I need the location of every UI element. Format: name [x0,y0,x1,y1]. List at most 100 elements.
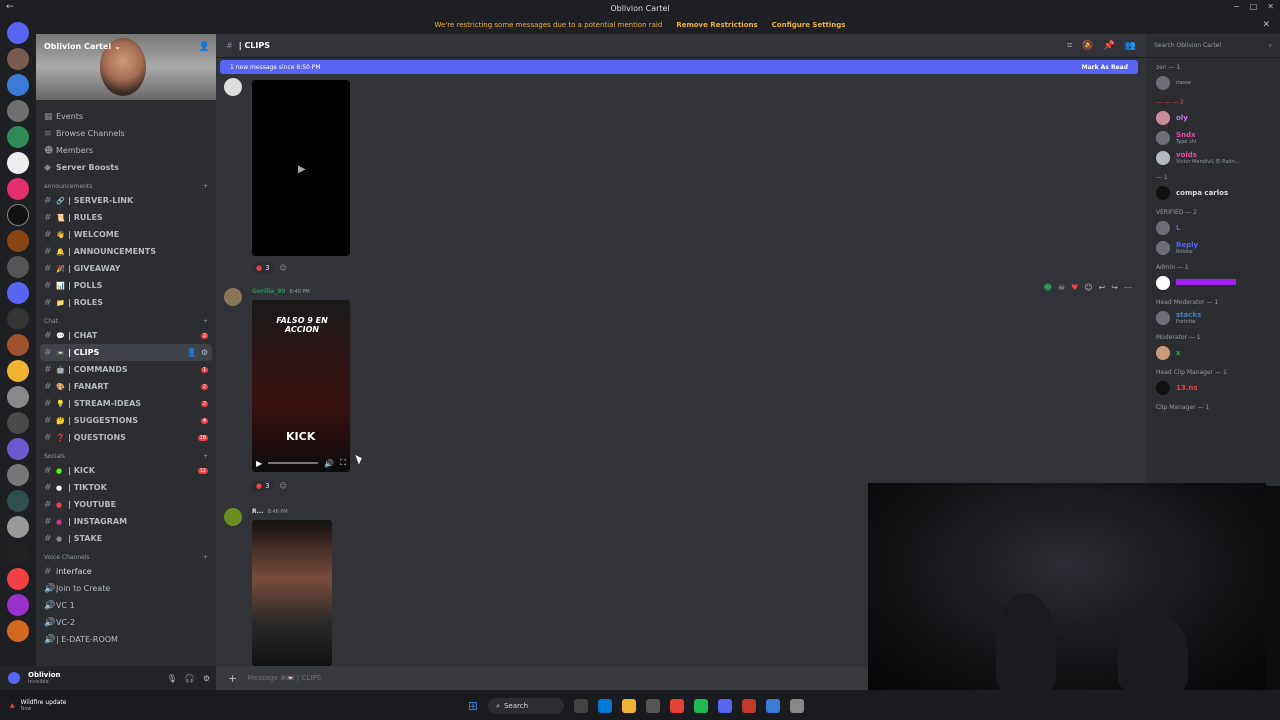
avatar[interactable] [224,508,242,526]
channel-roles[interactable]: # 📁 | ROLES [36,294,216,311]
guild-icon[interactable] [7,152,29,174]
avatar[interactable] [224,78,242,96]
guild-icon[interactable] [7,282,29,304]
discord-icon[interactable] [718,699,733,713]
channel-questions[interactable]: # ❓ | QUESTIONS 18 [36,429,216,446]
server-boosts-item[interactable]: ◆ Server Boosts [36,159,216,176]
guild-icon[interactable] [7,594,29,616]
channel-kick[interactable]: # ● | KICK 12 [36,462,216,479]
guild-icon[interactable] [7,412,29,434]
channel-fanart[interactable]: # 🎨 | FANART 2 [36,378,216,395]
members-item[interactable]: ☻ Members [36,142,216,159]
remove-restrictions-link[interactable]: Remove Restrictions [676,21,757,29]
message-author[interactable]: R... 8:46 PM [252,508,288,515]
skull-reaction-icon[interactable]: ☠ [1058,283,1065,292]
headphones-icon[interactable]: 🎧 [185,674,195,683]
notification[interactable]: ▲ Wildfire update Now [0,699,66,712]
progress-bar[interactable] [268,462,319,464]
guild-icon[interactable] [7,178,29,200]
microphone-icon[interactable]: 🎙 [167,674,177,683]
voice-vc-1[interactable]: 🔊 VC 1 [36,597,216,614]
voice-e-date-room[interactable]: 🔊 | E-DATE-ROOM [36,631,216,648]
obs-icon[interactable] [742,699,757,713]
member-item[interactable]: 13.ns [1146,378,1280,398]
member-item[interactable]: L [1146,218,1280,238]
channel-announcements[interactable]: # 🔔 | ANNOUNCEMENTS [36,243,216,260]
avatar[interactable] [6,670,22,686]
search-input[interactable]: Search Oblivion Cartel ⌕ [1146,34,1280,58]
heart-reaction-icon[interactable]: ♥ [1071,283,1078,292]
guild-icon[interactable] [7,386,29,408]
member-item[interactable]: Reply Roblox [1146,238,1280,258]
member-item[interactable]: x [1146,343,1280,363]
play-icon[interactable]: ▶ [256,459,262,468]
channel-polls[interactable]: # 📊 | POLLS [36,277,216,294]
guild-icon[interactable] [7,256,29,278]
app-icon[interactable] [766,699,781,713]
channel-suggestions[interactable]: # 🤔 | SUGGESTIONS 4 [36,412,216,429]
spotify-icon[interactable] [694,699,709,713]
threads-icon[interactable]: ⌗ [1067,41,1072,51]
reaction[interactable]: ● 3 [252,481,274,491]
banner-close-icon[interactable]: ✕ [1262,20,1270,30]
voice-vc-2[interactable]: 🔊 VC-2 [36,614,216,631]
member-item[interactable]: meow [1146,73,1280,93]
add-reaction-icon[interactable]: ☺ [280,264,287,272]
channel-commands[interactable]: # 🤖 | COMMANDS 1 [36,361,216,378]
chrome-icon[interactable] [670,699,685,713]
message-input[interactable]: Message #📼 | CLIPS [247,674,321,682]
attach-plus-icon[interactable]: + [228,672,237,685]
configure-settings-link[interactable]: Configure Settings [772,21,846,29]
channel-chat[interactable]: # 💬 | CHAT 2 [36,327,216,344]
maximize-button[interactable]: □ [1250,2,1258,11]
taskbar-search[interactable]: ⌕ Search [488,698,565,714]
new-messages-bar[interactable]: 1 new message since 8:50 PM Mark As Read [220,60,1138,74]
guild-icon[interactable] [7,74,29,96]
channel-welcome[interactable]: # 👋 | WELCOME [36,226,216,243]
invite-icon[interactable]: 👤 [187,348,197,357]
gear-icon[interactable]: ⚙ [201,348,208,357]
guild-icon[interactable] [7,464,29,486]
add-reaction-icon[interactable]: ☺ [1084,283,1092,292]
gear-icon[interactable]: ⚙ [203,674,210,683]
add-channel-icon[interactable]: + [203,183,208,190]
guild-icon[interactable] [7,568,29,590]
member-item[interactable]: compa carlos [1146,183,1280,203]
pin-icon[interactable]: 📌 [1104,41,1115,51]
taskview-icon[interactable] [574,699,589,713]
reply-icon[interactable]: ↩ [1099,283,1106,292]
edge-icon[interactable] [598,699,613,713]
windows-start-icon[interactable]: ⊞ [468,699,478,713]
member-item[interactable]: voids Victor Mendivil, El Padri... [1146,148,1280,168]
channel-stream-ideas[interactable]: # 💡 | STREAM-IDEAS 2 [36,395,216,412]
browse-channels-item[interactable]: ≡ Browse Channels [36,125,216,142]
video-embed[interactable]: FALSO 9 EN ACCION KICK ▶ 🔊 ⛶ [252,300,350,472]
close-button[interactable]: ✕ [1267,2,1274,11]
invite-icon[interactable]: 👤 [199,42,210,52]
file-explorer-icon[interactable] [622,699,637,713]
channel-tiktok[interactable]: # ● | TIKTOK [36,479,216,496]
channel-instagram[interactable]: # ● | INSTAGRAM [36,513,216,530]
member-item[interactable]: Sndx Type shi [1146,128,1280,148]
events-item[interactable]: ▦ Events [36,108,216,125]
member-item[interactable] [1146,273,1280,293]
mark-as-read-button[interactable]: Mark As Read [1082,64,1128,71]
volume-icon[interactable]: 🔊 [324,459,334,468]
category-announcements[interactable]: announcements + [36,176,216,192]
member-item[interactable]: oly [1146,108,1280,128]
forward-icon[interactable]: ↪ [1111,283,1118,292]
play-icon[interactable]: ▶ [298,164,306,175]
channel-server-link[interactable]: # 🔗 | SERVER-LINK [36,192,216,209]
more-icon[interactable]: ⋯ [1124,283,1132,292]
server-name-button[interactable]: Oblivion Cartel ⌄ [44,42,121,51]
guild-icon[interactable] [7,48,29,70]
guild-icon[interactable] [7,204,29,226]
fullscreen-icon[interactable]: ⛶ [340,458,346,468]
member-item[interactable]: stacks Fortnite [1146,308,1280,328]
reaction-icon[interactable]: ☻ [1044,283,1052,292]
guild-icon[interactable] [7,490,29,512]
channel-stake[interactable]: # ● | STAKE [36,530,216,547]
image-embed[interactable] [252,520,332,666]
guild-icon[interactable] [7,360,29,382]
category-socials[interactable]: Socials + [36,446,216,462]
